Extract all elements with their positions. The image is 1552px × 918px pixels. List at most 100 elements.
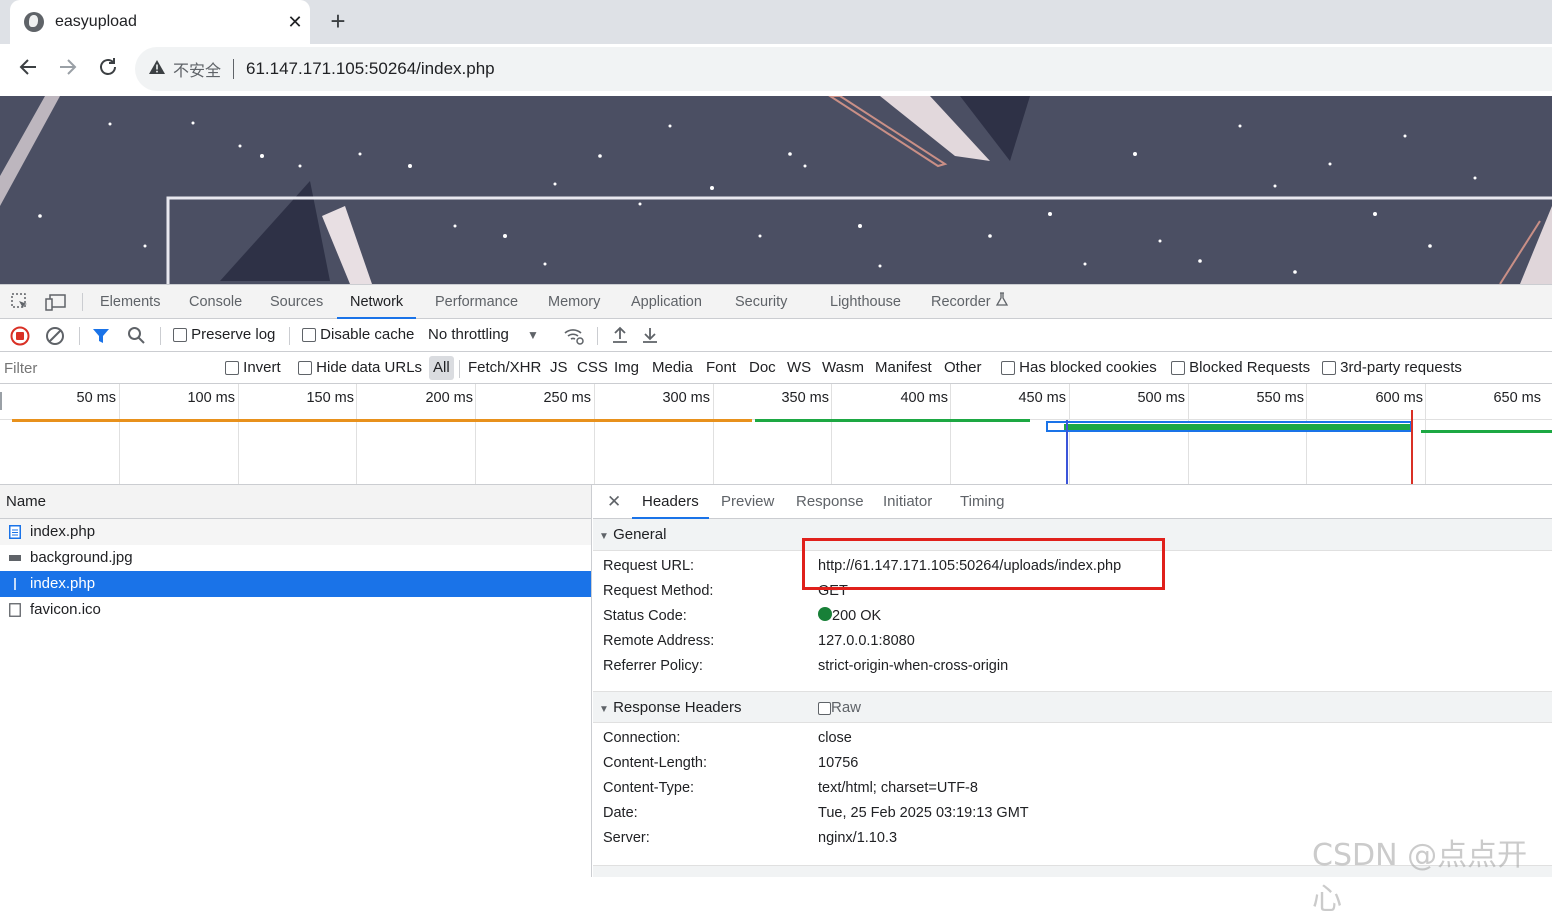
tab-recorder[interactable]: Recorder <box>931 285 1009 319</box>
highlight-box <box>802 538 1165 590</box>
header-key: Connection: <box>603 730 681 746</box>
header-row: Connection: close <box>593 726 1552 751</box>
hide-data-urls-checkbox[interactable]: Hide data URLs <box>298 359 422 376</box>
disable-cache-checkbox[interactable]: Disable cache <box>302 326 414 343</box>
gridline <box>1306 384 1307 484</box>
response-headers-section-header[interactable]: ▼ Response Headers Raw <box>593 691 1552 723</box>
tab-security[interactable]: Security <box>735 285 787 319</box>
divider <box>233 59 235 79</box>
reload-icon[interactable] <box>94 56 122 84</box>
raw-checkbox[interactable]: Raw <box>818 692 861 724</box>
tab-timing[interactable]: Timing <box>960 485 1004 519</box>
tab-application[interactable]: Application <box>631 285 702 319</box>
status-code-value: 200 OK <box>818 604 881 629</box>
filter-input[interactable] <box>4 356 209 380</box>
tick-label: 450 ms <box>1018 390 1066 406</box>
blocked-requests-checkbox[interactable]: Blocked Requests <box>1171 359 1310 376</box>
tick-label: 650 ms <box>1493 390 1541 406</box>
load-marker <box>1411 410 1413 484</box>
has-blocked-cookies-label: Has blocked cookies <box>1019 359 1157 376</box>
header-value: 127.0.0.1:8080 <box>818 633 915 649</box>
filter-type-css[interactable]: CSS <box>577 359 608 376</box>
tab-performance[interactable]: Performance <box>435 285 518 319</box>
hide-data-urls-label: Hide data URLs <box>316 359 423 376</box>
device-toolbar-icon[interactable] <box>45 292 67 317</box>
throttling-select[interactable]: No throttling ▼ <box>428 326 539 343</box>
disable-cache-label: Disable cache <box>320 326 415 343</box>
invert-checkbox[interactable]: Invert <box>225 359 281 376</box>
request-name: background.jpg <box>30 549 133 566</box>
download-icon[interactable] <box>641 325 659 349</box>
tick-label: 250 ms <box>543 390 591 406</box>
tab-initiator[interactable]: Initiator <box>883 485 932 519</box>
table-row[interactable]: favicon.ico <box>0 597 591 623</box>
filter-type-media[interactable]: Media <box>652 359 693 376</box>
tab-console[interactable]: Console <box>189 285 242 319</box>
address-bar[interactable]: 不安全 61.147.171.105:50264/index.php <box>135 47 1552 91</box>
header-key: Status Code: <box>603 608 687 624</box>
triangle-down-icon: ▼ <box>599 531 609 542</box>
filter-type-other[interactable]: Other <box>944 359 982 376</box>
filter-type-wasm[interactable]: Wasm <box>822 359 864 376</box>
status-text: 200 OK <box>832 608 882 624</box>
tab-network[interactable]: Network <box>337 285 417 319</box>
clear-icon[interactable] <box>45 326 65 350</box>
tab-lighthouse[interactable]: Lighthouse <box>830 285 901 319</box>
timeline-bar-green <box>755 419 1030 422</box>
gridline <box>950 384 951 484</box>
table-row[interactable]: background.jpg <box>0 545 591 571</box>
third-party-checkbox[interactable]: 3rd-party requests <box>1322 359 1462 376</box>
header-key: Request URL: <box>603 558 695 574</box>
forward-icon[interactable] <box>54 56 82 84</box>
tab-preview[interactable]: Preview <box>721 485 774 519</box>
table-row[interactable]: index.php <box>0 519 591 545</box>
filter-type-font[interactable]: Font <box>706 359 736 376</box>
warning-icon[interactable] <box>149 60 165 78</box>
filter-icon[interactable] <box>92 327 110 349</box>
insecure-label[interactable]: 不安全 <box>173 57 221 81</box>
status-dot-icon <box>818 607 832 621</box>
tab-close-icon[interactable]: ✕ <box>280 12 310 33</box>
close-icon[interactable]: ✕ <box>607 485 621 519</box>
gridline <box>1188 384 1189 484</box>
filter-type-img[interactable]: Img <box>614 359 639 376</box>
filter-type-all[interactable]: All <box>429 356 454 380</box>
table-row-selected[interactable]: index.php <box>0 571 591 597</box>
timeline-overview[interactable]: 50 ms 100 ms 150 ms 200 ms 250 ms 300 ms… <box>0 384 1552 485</box>
filter-type-js[interactable]: JS <box>550 359 568 376</box>
inspect-element-icon[interactable] <box>10 292 30 317</box>
header-value: nginx/1.10.3 <box>818 830 898 846</box>
preserve-log-checkbox[interactable]: Preserve log <box>173 326 275 343</box>
network-conditions-icon[interactable] <box>563 326 585 350</box>
new-tab-button[interactable]: + <box>324 6 352 37</box>
filter-type-doc[interactable]: Doc <box>749 359 776 376</box>
header-value: close <box>818 730 852 746</box>
tab-memory[interactable]: Memory <box>548 285 600 319</box>
filter-type-manifest[interactable]: Manifest <box>875 359 932 376</box>
flask-icon <box>995 292 1009 310</box>
has-blocked-cookies-checkbox[interactable]: Has blocked cookies <box>1001 359 1157 376</box>
tick-label: 600 ms <box>1375 390 1423 406</box>
upload-icon[interactable] <box>611 325 629 349</box>
search-icon[interactable] <box>127 326 146 349</box>
tab-elements[interactable]: Elements <box>100 285 160 319</box>
back-icon[interactable] <box>14 56 42 84</box>
header-value: 10756 <box>818 755 859 771</box>
dom-content-loaded-marker <box>1066 420 1068 484</box>
tab-headers[interactable]: Headers <box>632 485 709 519</box>
tick-label: 100 ms <box>187 390 235 406</box>
divider <box>160 327 161 345</box>
tab-sources[interactable]: Sources <box>270 285 323 319</box>
background-image <box>0 96 1552 284</box>
filter-type-ws[interactable]: WS <box>787 359 811 376</box>
divider <box>459 360 460 378</box>
stop-recording-icon[interactable] <box>10 326 30 350</box>
browser-tab[interactable]: easyupload ✕ <box>10 0 310 44</box>
tick-label: 200 ms <box>425 390 473 406</box>
filter-type-fetch-xhr[interactable]: Fetch/XHR <box>468 359 541 376</box>
watermark: CSDN @点点开心 <box>1312 838 1528 917</box>
request-name: favicon.ico <box>30 601 101 618</box>
url-text[interactable]: 61.147.171.105:50264/index.php <box>246 59 495 79</box>
tab-response[interactable]: Response <box>796 485 864 519</box>
column-header-name[interactable]: Name <box>0 485 591 519</box>
